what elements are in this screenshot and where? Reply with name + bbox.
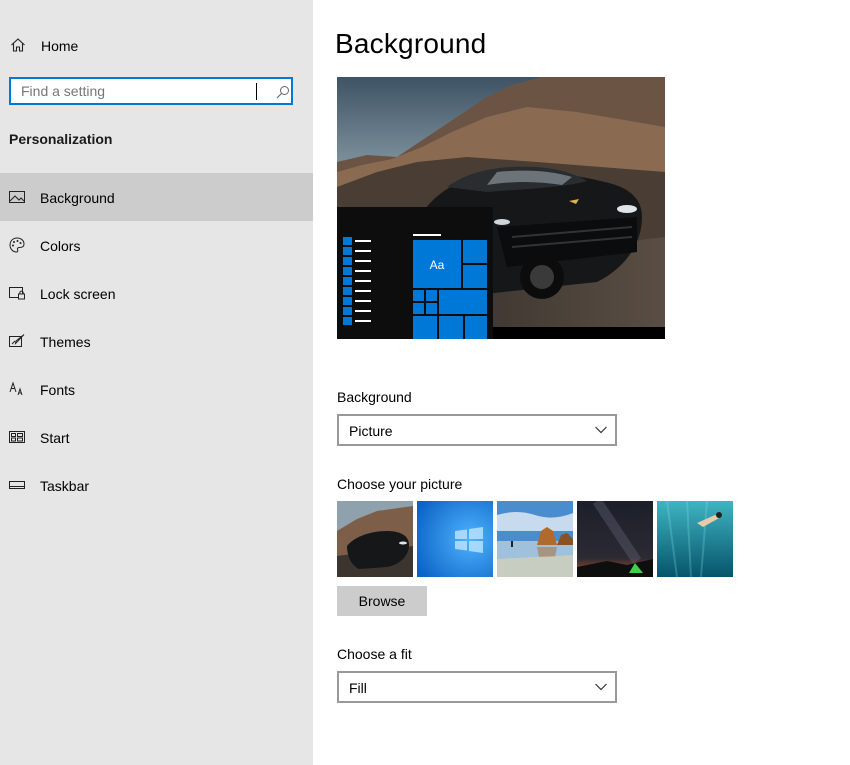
background-dropdown[interactable]: Picture [337,414,617,446]
fit-dropdown[interactable]: Fill [337,671,617,703]
search-icon[interactable] [276,85,290,99]
thumbnail-beach-rocks[interactable] [497,501,573,577]
sidebar-item-label: Taskbar [40,478,90,494]
sidebar-item-lock-screen[interactable]: Lock screen [0,269,313,317]
picture-icon [9,191,25,203]
search-input[interactable] [11,79,261,103]
sidebar-item-label: Colors [40,238,81,254]
choose-picture-label: Choose your picture [337,476,463,492]
themes-icon [9,334,25,347]
chevron-down-icon [595,683,607,691]
taskbar-icon [9,481,25,489]
sidebar-item-start[interactable]: Start [0,413,313,461]
tile-label: Aa [430,258,445,272]
start-icon [9,431,25,443]
background-preview: Aa [337,77,665,339]
background-label: Background [337,389,412,405]
home-nav-item[interactable]: Home [0,28,313,64]
chevron-down-icon [595,426,607,434]
background-dropdown-value: Picture [349,423,393,439]
sidebar-item-taskbar[interactable]: Taskbar [0,461,313,509]
sidebar: Home Personalization Background Colors [0,0,313,765]
home-label: Home [41,38,79,54]
fit-dropdown-value: Fill [349,680,367,696]
sidebar-item-label: Lock screen [40,286,116,302]
thumbnail-underwater-swimmer[interactable] [657,501,733,577]
browse-button[interactable]: Browse [337,586,427,616]
search-box[interactable] [9,77,293,105]
sidebar-item-label: Background [40,190,115,206]
palette-icon [9,237,25,253]
picture-thumbnails [337,501,737,577]
sidebar-item-label: Fonts [40,382,76,398]
sidebar-item-label: Start [40,430,70,446]
start-menu-mockup: Aa [337,207,493,339]
text-cursor [256,83,257,100]
sidebar-item-fonts[interactable]: Fonts [0,365,313,413]
main-content: Background Aa Background Picture Choose … [313,0,850,765]
thumbnail-windows-blue[interactable] [417,501,493,577]
page-title: Background [335,28,487,59]
section-title: Personalization [9,131,113,147]
fonts-icon [9,381,23,396]
sidebar-nav: Background Colors Lock screen Themes Fon… [0,173,313,509]
sidebar-item-label: Themes [40,334,91,350]
thumbnail-night-sky-tent[interactable] [577,501,653,577]
lock-screen-icon [9,287,25,300]
sidebar-item-background[interactable]: Background [0,173,313,221]
thumbnail-car[interactable] [337,501,413,577]
home-icon [11,38,25,52]
choose-fit-label: Choose a fit [337,646,412,662]
sidebar-item-colors[interactable]: Colors [0,221,313,269]
sidebar-item-themes[interactable]: Themes [0,317,313,365]
